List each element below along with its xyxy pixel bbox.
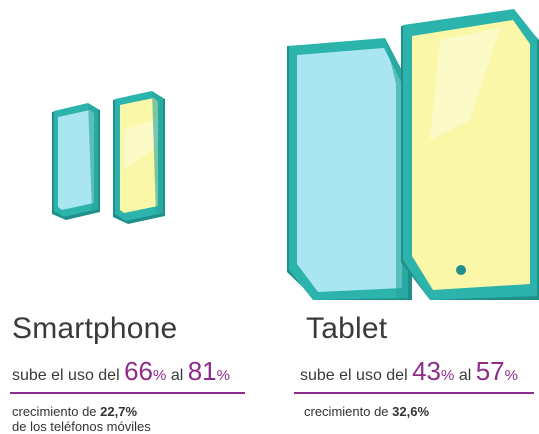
- devices-illustration: [52, 9, 539, 300]
- tablet-to-value: 57: [475, 356, 505, 386]
- tablet-from-percent: %: [441, 367, 455, 384]
- tablet-usage-prefix: sube el uso del: [300, 367, 408, 384]
- tablet-growth-value: 32,6%: [392, 404, 430, 419]
- tablet-divider: [294, 392, 534, 394]
- tablet-growth: crecimiento de 32,6%: [304, 404, 429, 419]
- tablet-after-icon: [401, 9, 539, 300]
- smartphone-to-percent: %: [216, 367, 230, 384]
- smartphone-growth-prefix: crecimiento de: [12, 404, 97, 419]
- smartphone-growth: crecimiento de 22,7% de los teléfonos mó…: [12, 404, 151, 434]
- smartphone-title: Smartphone: [12, 312, 178, 345]
- smartphone-usage-line: sube el uso del 66% al 81%: [12, 356, 230, 387]
- smartphone-connector: al: [170, 367, 184, 384]
- tablet-usage-line: sube el uso del 43% al 57%: [300, 356, 518, 387]
- smartphone-after-icon: [113, 91, 165, 224]
- smartphone-divider: [10, 392, 245, 394]
- smartphone-growth-suffix: de los teléfonos móviles: [12, 419, 151, 434]
- smartphone-from-percent: %: [153, 367, 167, 384]
- smartphone-growth-value: 22,7%: [100, 404, 138, 419]
- tablet-from-value: 43: [412, 356, 442, 386]
- tablet-before-icon: [287, 38, 412, 300]
- tablet-connector: al: [458, 367, 472, 384]
- smartphone-to-value: 81: [187, 356, 217, 386]
- tablet-to-percent: %: [504, 367, 518, 384]
- tablet-title: Tablet: [306, 312, 388, 345]
- smartphone-usage-prefix: sube el uso del: [12, 367, 120, 384]
- smartphone-from-value: 66: [124, 356, 154, 386]
- tablet-growth-prefix: crecimiento de: [304, 404, 389, 419]
- smartphone-before-icon: [52, 103, 100, 220]
